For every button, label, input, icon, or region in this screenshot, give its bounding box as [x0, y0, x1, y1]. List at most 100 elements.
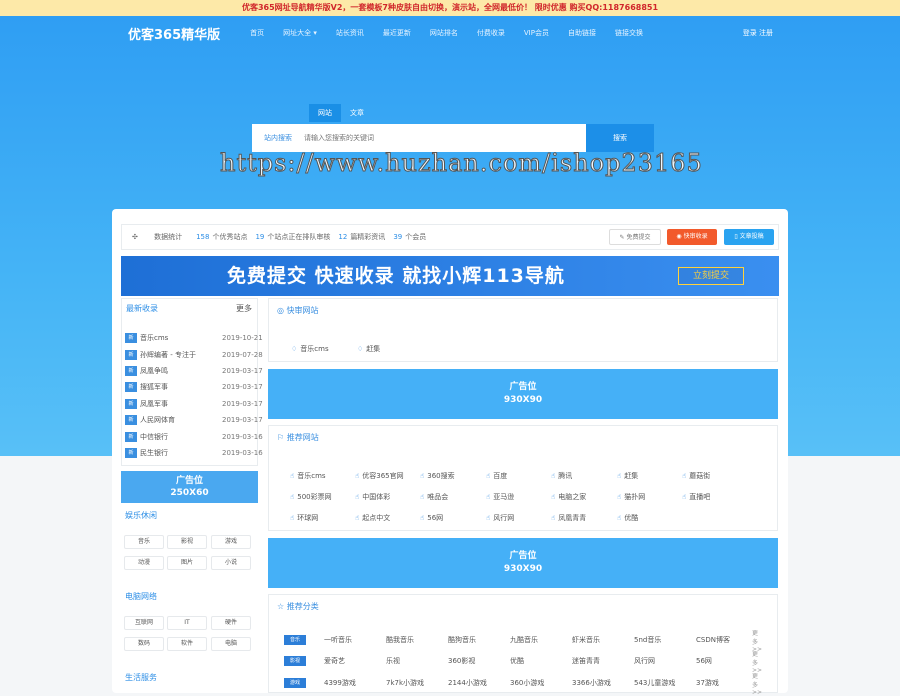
tag-it[interactable]: IT — [167, 616, 207, 630]
tab-article[interactable]: 文章 — [341, 104, 373, 122]
rec-site-link[interactable]: ☝ 百度 — [486, 471, 507, 481]
tab-site[interactable]: 网站 — [309, 104, 341, 122]
rec-site-link[interactable]: ☝ 凤凰青青 — [551, 513, 586, 523]
nav-home[interactable]: 首页 — [250, 28, 264, 38]
rec-site-link[interactable]: ☝ 风行网 — [486, 513, 514, 523]
rec-site-link[interactable]: ☝ 音乐cms — [290, 471, 326, 481]
rec-site-link[interactable]: ☝ 赶集 — [617, 471, 638, 481]
stat-sites-count: 158 — [196, 233, 210, 241]
latest-more-link[interactable]: 更多 — [236, 303, 252, 314]
nav-recent[interactable]: 最近更新 — [383, 28, 411, 38]
rec-site-link[interactable]: ☝ 56网 — [420, 513, 443, 523]
announcement-bar[interactable]: 优客365网址导航精华版V2，一套模板7种皮肤自由切换，演示站，全网最低价！ 限… — [0, 0, 900, 16]
search-input[interactable] — [304, 134, 544, 142]
category-tag[interactable]: 游戏 — [284, 678, 306, 688]
rec-site-link[interactable]: ☝ 500彩票网 — [290, 492, 332, 502]
rec-site-link[interactable]: ☝ 唯品会 — [420, 492, 448, 502]
category-link[interactable]: 360小游戏 — [510, 678, 572, 688]
tag-movies[interactable]: 影视 — [167, 535, 207, 549]
category-more-link[interactable]: 更多>> — [752, 671, 762, 696]
hand-icon: ☝ — [355, 472, 360, 480]
rec-site-link[interactable]: ☝ 环球网 — [290, 513, 318, 523]
stat-members-text: 个会员 — [405, 233, 427, 241]
list-item[interactable]: 新民生银行 2019-03-16 — [125, 445, 263, 460]
category-row: 音乐 一听音乐 酷我音乐 酷狗音乐 九酷音乐 虾米音乐 5nd音乐 CSDN博客… — [284, 630, 762, 653]
category-link[interactable]: 乐视 — [386, 656, 448, 666]
ad-slot-930x90-bottom[interactable]: 广告位 930X90 — [268, 538, 778, 588]
tag-hardware[interactable]: 硬件 — [211, 616, 251, 630]
nav-news[interactable]: 站长资讯 — [336, 28, 364, 38]
tag-novels[interactable]: 小说 — [211, 556, 251, 570]
category-tag[interactable]: 影视 — [284, 656, 306, 666]
rec-site-link[interactable]: ☝ 腾讯 — [551, 471, 572, 481]
site-logo[interactable]: 优客365精华版 — [128, 24, 220, 43]
list-item[interactable]: 新音乐cms 2019-10-21 — [125, 330, 263, 345]
category-link[interactable]: 虾米音乐 — [572, 635, 634, 645]
login-register-link[interactable]: 登录 注册 — [743, 28, 773, 38]
category-link[interactable]: 7k7k小游戏 — [386, 678, 448, 688]
ad-slot-250x60[interactable]: 广告位 250X60 — [121, 471, 258, 503]
hand-icon: ☝ — [617, 472, 622, 480]
rec-site-link[interactable]: ☝ 优酷 — [617, 513, 638, 523]
banner-submit-button[interactable]: 立刻提交 — [678, 267, 744, 285]
category-link[interactable]: 4399游戏 — [324, 678, 386, 688]
tag-games[interactable]: 游戏 — [211, 535, 251, 549]
category-link[interactable]: 5nd音乐 — [634, 635, 696, 645]
category-link[interactable]: 3366小游戏 — [572, 678, 634, 688]
rec-site-link[interactable]: ☝ 360搜索 — [420, 471, 455, 481]
tag-digital[interactable]: 数码 — [124, 637, 164, 651]
new-badge: 新 — [125, 431, 137, 442]
rec-site-link[interactable]: ☝ 亚马逊 — [486, 492, 514, 502]
nav-selflink[interactable]: 自助链接 — [568, 28, 596, 38]
list-item[interactable]: 新凤凰争鸣 2019-03-17 — [125, 363, 263, 378]
rec-site-link[interactable]: ☝ 猫扑网 — [617, 492, 645, 502]
article-submit-button[interactable]: ▯ 文章投稿 — [724, 229, 774, 245]
category-link[interactable]: 优酷 — [510, 656, 572, 666]
category-link[interactable]: 酷狗音乐 — [448, 635, 510, 645]
list-item[interactable]: 新搜狐军事 2019-03-17 — [125, 379, 263, 394]
rec-site-link[interactable]: ☝ 电脑之家 — [551, 492, 586, 502]
category-link[interactable]: 一听音乐 — [324, 635, 386, 645]
category-link[interactable]: 九酷音乐 — [510, 635, 572, 645]
tag-anime[interactable]: 动漫 — [124, 556, 164, 570]
category-link[interactable]: 37游戏 — [696, 678, 752, 688]
list-item[interactable]: 新凤凰军事 2019-03-17 — [125, 396, 263, 411]
category-link[interactable]: 爱奇艺 — [324, 656, 386, 666]
fast-submit-button[interactable]: ◉ 快审收录 — [667, 229, 717, 245]
category-link[interactable]: 风行网 — [634, 656, 696, 666]
tag-software[interactable]: 软件 — [167, 637, 207, 651]
list-item[interactable]: 新中信银行 2019-03-16 — [125, 429, 263, 444]
category-link[interactable]: CSDN博客 — [696, 635, 752, 645]
list-item[interactable]: 新人民网体育 2019-03-17 — [125, 412, 263, 427]
tag-images[interactable]: 图片 — [167, 556, 207, 570]
rec-site-link[interactable]: ☝ 蘑菇街 — [682, 471, 710, 481]
category-link[interactable]: 543儿童游戏 — [634, 678, 696, 688]
fast-site-link[interactable]: ♢ 音乐cms — [291, 344, 329, 354]
category-link[interactable]: 酷我音乐 — [386, 635, 448, 645]
category-link[interactable]: 56网 — [696, 656, 752, 666]
fast-site-link[interactable]: ♢ 赶集 — [357, 344, 380, 354]
search-box: 站内搜索 — [252, 124, 586, 152]
category-link[interactable]: 迷笛青青 — [572, 656, 634, 666]
search-button[interactable]: 搜索 — [586, 124, 654, 152]
rec-site-link[interactable]: ☝ 优容365官网 — [355, 471, 404, 481]
hand-icon: ☝ — [617, 493, 622, 501]
rec-site-link[interactable]: ☝ 起点中文 — [355, 513, 390, 523]
rec-site-link[interactable]: ☝ 直播吧 — [682, 492, 710, 502]
category-link[interactable]: 360影视 — [448, 656, 510, 666]
tag-computer[interactable]: 电脑 — [211, 637, 251, 651]
search-scope[interactable]: 站内搜索 — [252, 133, 304, 143]
nav-paid[interactable]: 付费收录 — [477, 28, 505, 38]
nav-directory[interactable]: 网址大全 ▾ — [283, 28, 317, 38]
tag-internet[interactable]: 互联网 — [124, 616, 164, 630]
nav-vip[interactable]: VIP会员 — [524, 28, 549, 38]
rec-site-link[interactable]: ☝ 中国体彩 — [355, 492, 390, 502]
ad-slot-930x90-top[interactable]: 广告位 930X90 — [268, 369, 778, 419]
category-tag[interactable]: 音乐 — [284, 635, 306, 645]
free-submit-button[interactable]: ✎ 免费提交 — [609, 229, 661, 245]
nav-rank[interactable]: 网站排名 — [430, 28, 458, 38]
tag-music[interactable]: 音乐 — [124, 535, 164, 549]
category-link[interactable]: 2144小游戏 — [448, 678, 510, 688]
nav-exchange[interactable]: 链接交换 — [615, 28, 643, 38]
list-item[interactable]: 新孙辉编著 - 专注于 2019-07-28 — [125, 347, 263, 362]
